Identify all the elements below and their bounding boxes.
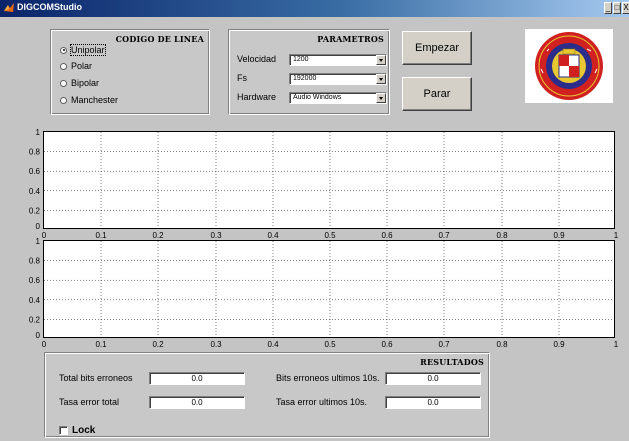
xtick: 0.4 xyxy=(267,340,279,349)
plot-grid-2: 1 0.8 0.6 0.4 0.2 0 0 0.1 0.2 0.3 0.4 0.… xyxy=(29,237,619,349)
title-bar: DIGCOMStudio _ □ X xyxy=(0,0,629,17)
parametros-panel: PARAMETROS Velocidad 1200 Fs 192000 Hard… xyxy=(228,29,390,115)
xtick: 0.7 xyxy=(438,231,450,240)
tasa-10s-label: Tasa error ultimos 10s. xyxy=(276,397,368,407)
ytick-0.6: 0.6 xyxy=(29,167,41,176)
xtick: 0 xyxy=(42,231,47,240)
fs-value: 192000 xyxy=(293,75,317,82)
ytick-0.8: 0.8 xyxy=(29,257,41,266)
xtick: 0.6 xyxy=(381,231,393,240)
xtick: 0.1 xyxy=(95,231,107,240)
hardware-value: Audio Windows xyxy=(293,94,342,101)
xtick: 0.2 xyxy=(152,231,164,240)
university-logo xyxy=(525,29,613,103)
radio-button[interactable] xyxy=(60,79,67,87)
plot-axes-2: 1 0.8 0.6 0.4 0.2 0 0 0.1 0.2 0.3 0.4 0.… xyxy=(29,237,619,349)
chevron-down-icon[interactable] xyxy=(376,93,386,103)
tasa-total-label: Tasa error total xyxy=(59,397,120,407)
bits-10s-field: 0.0 xyxy=(385,372,481,385)
radio-label: Unipolar xyxy=(70,44,106,56)
radio-label: Bipolar xyxy=(71,78,100,88)
university-seal-icon xyxy=(535,32,603,100)
ytick-0: 0 xyxy=(36,222,41,231)
radio-label: Polar xyxy=(71,61,93,71)
xtick: 0.8 xyxy=(496,231,508,240)
ytick-0: 0 xyxy=(36,331,41,340)
ytick-0.4: 0.4 xyxy=(29,296,41,305)
chevron-down-icon[interactable] xyxy=(376,55,386,65)
tasa-total-field: 0.0 xyxy=(149,396,245,409)
xtick: 0.1 xyxy=(95,340,107,349)
tasa-10s-field: 0.0 xyxy=(385,396,481,409)
minimize-button[interactable]: _ xyxy=(604,2,612,14)
ytick-0.2: 0.2 xyxy=(29,315,41,324)
client-area: CODIGO DE LINEA Unipolar Polar Bipolar M… xyxy=(0,17,629,441)
codigo-panel: CODIGO DE LINEA Unipolar Polar Bipolar M… xyxy=(50,29,210,115)
radio-bipolar[interactable]: Bipolar xyxy=(60,77,99,89)
ytick-1: 1 xyxy=(36,237,41,246)
resultados-panel-title: RESULTADOS xyxy=(420,357,484,367)
xtick: 0.2 xyxy=(152,340,164,349)
fs-label: Fs xyxy=(237,73,247,83)
radio-button-selected[interactable] xyxy=(60,46,67,54)
radio-button[interactable] xyxy=(60,96,67,104)
xtick: 1 xyxy=(614,340,619,349)
resultados-panel: RESULTADOS Total bits erroneos 0.0 Tasa … xyxy=(44,352,490,438)
total-bits-field: 0.0 xyxy=(149,372,245,385)
lock-checkbox[interactable]: Lock xyxy=(59,425,95,436)
xtick: 0.9 xyxy=(553,231,565,240)
hardware-select[interactable]: Audio Windows xyxy=(289,92,387,104)
plot-axes-1: 1 0.8 0.6 0.4 0.2 0 0 0.1 0.2 0.3 0.4 0.… xyxy=(29,128,619,240)
chevron-down-icon[interactable] xyxy=(376,74,386,84)
ytick-0.2: 0.2 xyxy=(29,206,41,215)
close-button[interactable]: X xyxy=(622,2,629,14)
maximize-button[interactable]: □ xyxy=(613,2,621,14)
fs-select[interactable]: 192000 xyxy=(289,73,387,85)
bits-10s-label: Bits erroneos ultimos 10s. xyxy=(276,373,380,383)
radio-unipolar[interactable]: Unipolar xyxy=(60,44,106,56)
ytick-0.6: 0.6 xyxy=(29,276,41,285)
window-title: DIGCOMStudio xyxy=(17,2,82,12)
xtick: 0 xyxy=(42,340,47,349)
xtick: 0.4 xyxy=(267,231,279,240)
parametros-panel-title: PARAMETROS xyxy=(317,34,384,44)
stop-button[interactable]: Parar xyxy=(402,77,472,111)
xtick: 0.5 xyxy=(324,231,336,240)
radio-button[interactable] xyxy=(60,62,67,70)
xtick: 0.7 xyxy=(438,340,450,349)
xtick: 1 xyxy=(614,231,619,240)
checkbox-box[interactable] xyxy=(59,426,68,435)
xtick: 0.6 xyxy=(381,340,393,349)
radio-label: Manchester xyxy=(71,95,119,105)
xtick: 0.9 xyxy=(553,340,565,349)
radio-manchester[interactable]: Manchester xyxy=(60,94,118,106)
lock-label: Lock xyxy=(72,425,96,436)
xtick: 0.3 xyxy=(210,340,222,349)
radio-polar[interactable]: Polar xyxy=(60,60,92,72)
total-bits-label: Total bits erroneos xyxy=(59,373,133,383)
ytick-1: 1 xyxy=(36,128,41,137)
ytick-0.8: 0.8 xyxy=(29,148,41,157)
velocidad-select[interactable]: 1200 xyxy=(289,54,387,66)
xtick: 0.3 xyxy=(210,231,222,240)
velocidad-label: Velocidad xyxy=(237,54,277,64)
start-button[interactable]: Empezar xyxy=(402,31,472,65)
xtick: 0.5 xyxy=(324,340,336,349)
codigo-panel-title: CODIGO DE LINEA xyxy=(115,34,204,44)
matlab-icon xyxy=(4,3,14,12)
ytick-0.4: 0.4 xyxy=(29,187,41,196)
hardware-label: Hardware xyxy=(237,92,277,102)
velocidad-value: 1200 xyxy=(293,56,309,63)
plot-grid-1: 1 0.8 0.6 0.4 0.2 0 0 0.1 0.2 0.3 0.4 0.… xyxy=(29,128,619,240)
xtick: 0.8 xyxy=(496,340,508,349)
